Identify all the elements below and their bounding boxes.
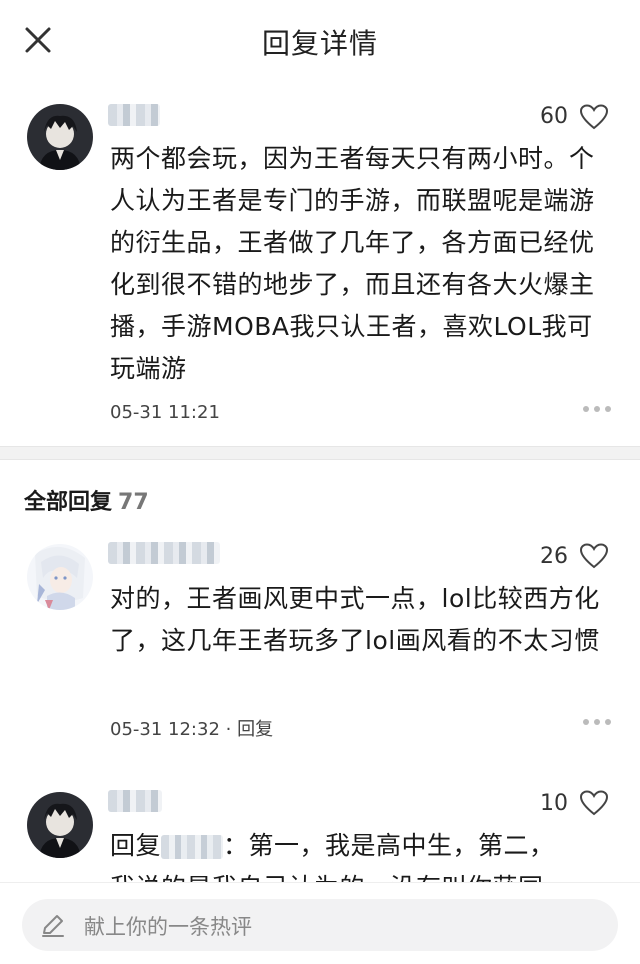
avatar[interactable] bbox=[27, 104, 93, 170]
replies-title: 全部回复 bbox=[24, 490, 113, 515]
more-dots-icon[interactable] bbox=[583, 717, 613, 727]
comment-text-line: ：第一，我是高中生，第二， bbox=[223, 831, 555, 860]
like-count: 10 bbox=[540, 791, 568, 816]
more-dots-icon[interactable] bbox=[583, 404, 613, 414]
replies-count: 77 bbox=[118, 490, 149, 515]
username-blurred[interactable] bbox=[108, 542, 220, 564]
avatar[interactable] bbox=[27, 792, 93, 858]
comment-composer: 献上你的一条热评 bbox=[0, 882, 640, 964]
comment-text-cut: 我说的是我自己认为的，没有叫你获同 bbox=[110, 873, 544, 882]
like-count: 26 bbox=[540, 544, 568, 569]
timestamp: 05-31 11:21 bbox=[110, 402, 220, 423]
comment-input[interactable]: 献上你的一条热评 bbox=[22, 899, 618, 951]
comment-text: 两个都会玩，因为王者每天只有两小时。个人认为王者是专门的手游，而联盟呢是端游的衍… bbox=[110, 144, 595, 383]
comment-text: 对的，王者画风更中式一点，lol比较西方化了，这几年王者玩多了lol画风看的不太… bbox=[110, 584, 600, 655]
mentioned-user-blurred[interactable] bbox=[161, 835, 224, 859]
pencil-icon bbox=[42, 915, 64, 937]
comment-text: 回复 ：第一，我是高中生，第二， 我说的是我自己认为的，没有叫你获同 bbox=[110, 825, 615, 882]
heart-outline-icon[interactable] bbox=[580, 543, 608, 569]
page-title: 回复详情 bbox=[261, 27, 378, 60]
like-count: 60 bbox=[540, 104, 568, 129]
replies-header: 全部回复 77 bbox=[24, 484, 149, 516]
input-placeholder: 献上你的一条热评 bbox=[84, 915, 252, 939]
reply-button[interactable]: · 回复 bbox=[226, 719, 273, 740]
timestamp: 05-31 12:32 bbox=[110, 719, 220, 740]
username-blurred[interactable] bbox=[108, 790, 162, 812]
heart-outline-icon[interactable] bbox=[580, 790, 608, 816]
username-blurred[interactable] bbox=[108, 104, 160, 126]
reply-meta: 05-31 12:32 · 回复 bbox=[110, 715, 273, 741]
divider bbox=[0, 446, 640, 460]
header: 回复详情 bbox=[0, 0, 640, 84]
reply-prefix: 回复 bbox=[110, 831, 162, 860]
avatar[interactable] bbox=[27, 544, 93, 610]
heart-outline-icon[interactable] bbox=[580, 104, 608, 130]
